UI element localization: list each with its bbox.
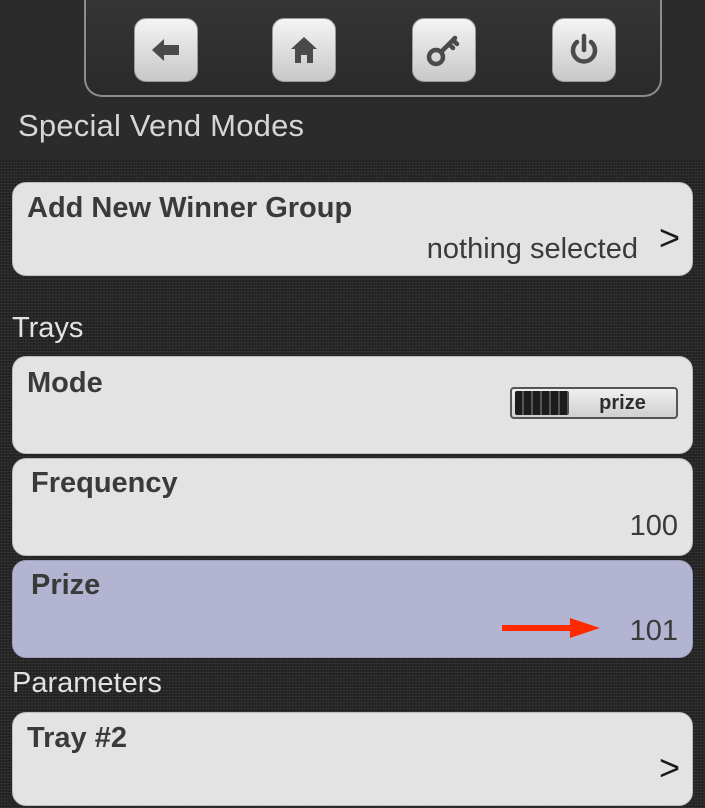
mode-row[interactable]: Mode prize: [12, 356, 693, 454]
frequency-title: Frequency: [31, 467, 178, 499]
back-arrow-icon: [152, 39, 179, 61]
mode-title: Mode: [27, 367, 103, 399]
toggle-knob: [515, 391, 569, 415]
frequency-value: 100: [629, 510, 678, 542]
power-icon: [570, 33, 598, 64]
trays-section-label: Trays: [12, 312, 84, 344]
home-icon: [291, 37, 317, 63]
prize-row[interactable]: Prize 101: [12, 560, 693, 658]
toggle-label: prize: [599, 391, 646, 414]
tray-2-title: Tray #2: [27, 722, 127, 754]
home-button[interactable]: [272, 18, 336, 82]
back-button[interactable]: [134, 18, 198, 82]
toolbar: [84, 0, 662, 97]
parameters-section-label: Parameters: [12, 667, 162, 699]
winner-group-title: Add New Winner Group: [27, 192, 353, 224]
power-button[interactable]: [552, 18, 616, 82]
prize-value: 101: [629, 615, 678, 647]
key-button[interactable]: [412, 18, 476, 82]
tray-2-row[interactable]: Tray #2 >: [12, 712, 693, 806]
winner-group-value: nothing selected: [426, 233, 638, 265]
key-icon: [426, 35, 460, 67]
mode-toggle[interactable]: prize: [510, 387, 678, 419]
annotation-arrow-icon: [502, 618, 600, 638]
frequency-row[interactable]: Frequency 100: [12, 458, 693, 556]
add-winner-group-row[interactable]: Add New Winner Group nothing selected >: [12, 182, 693, 276]
page-title: Special Vend Modes: [18, 108, 305, 143]
prize-title: Prize: [31, 569, 101, 601]
chevron-right-icon: >: [658, 217, 680, 258]
chevron-right-icon: >: [658, 747, 680, 788]
